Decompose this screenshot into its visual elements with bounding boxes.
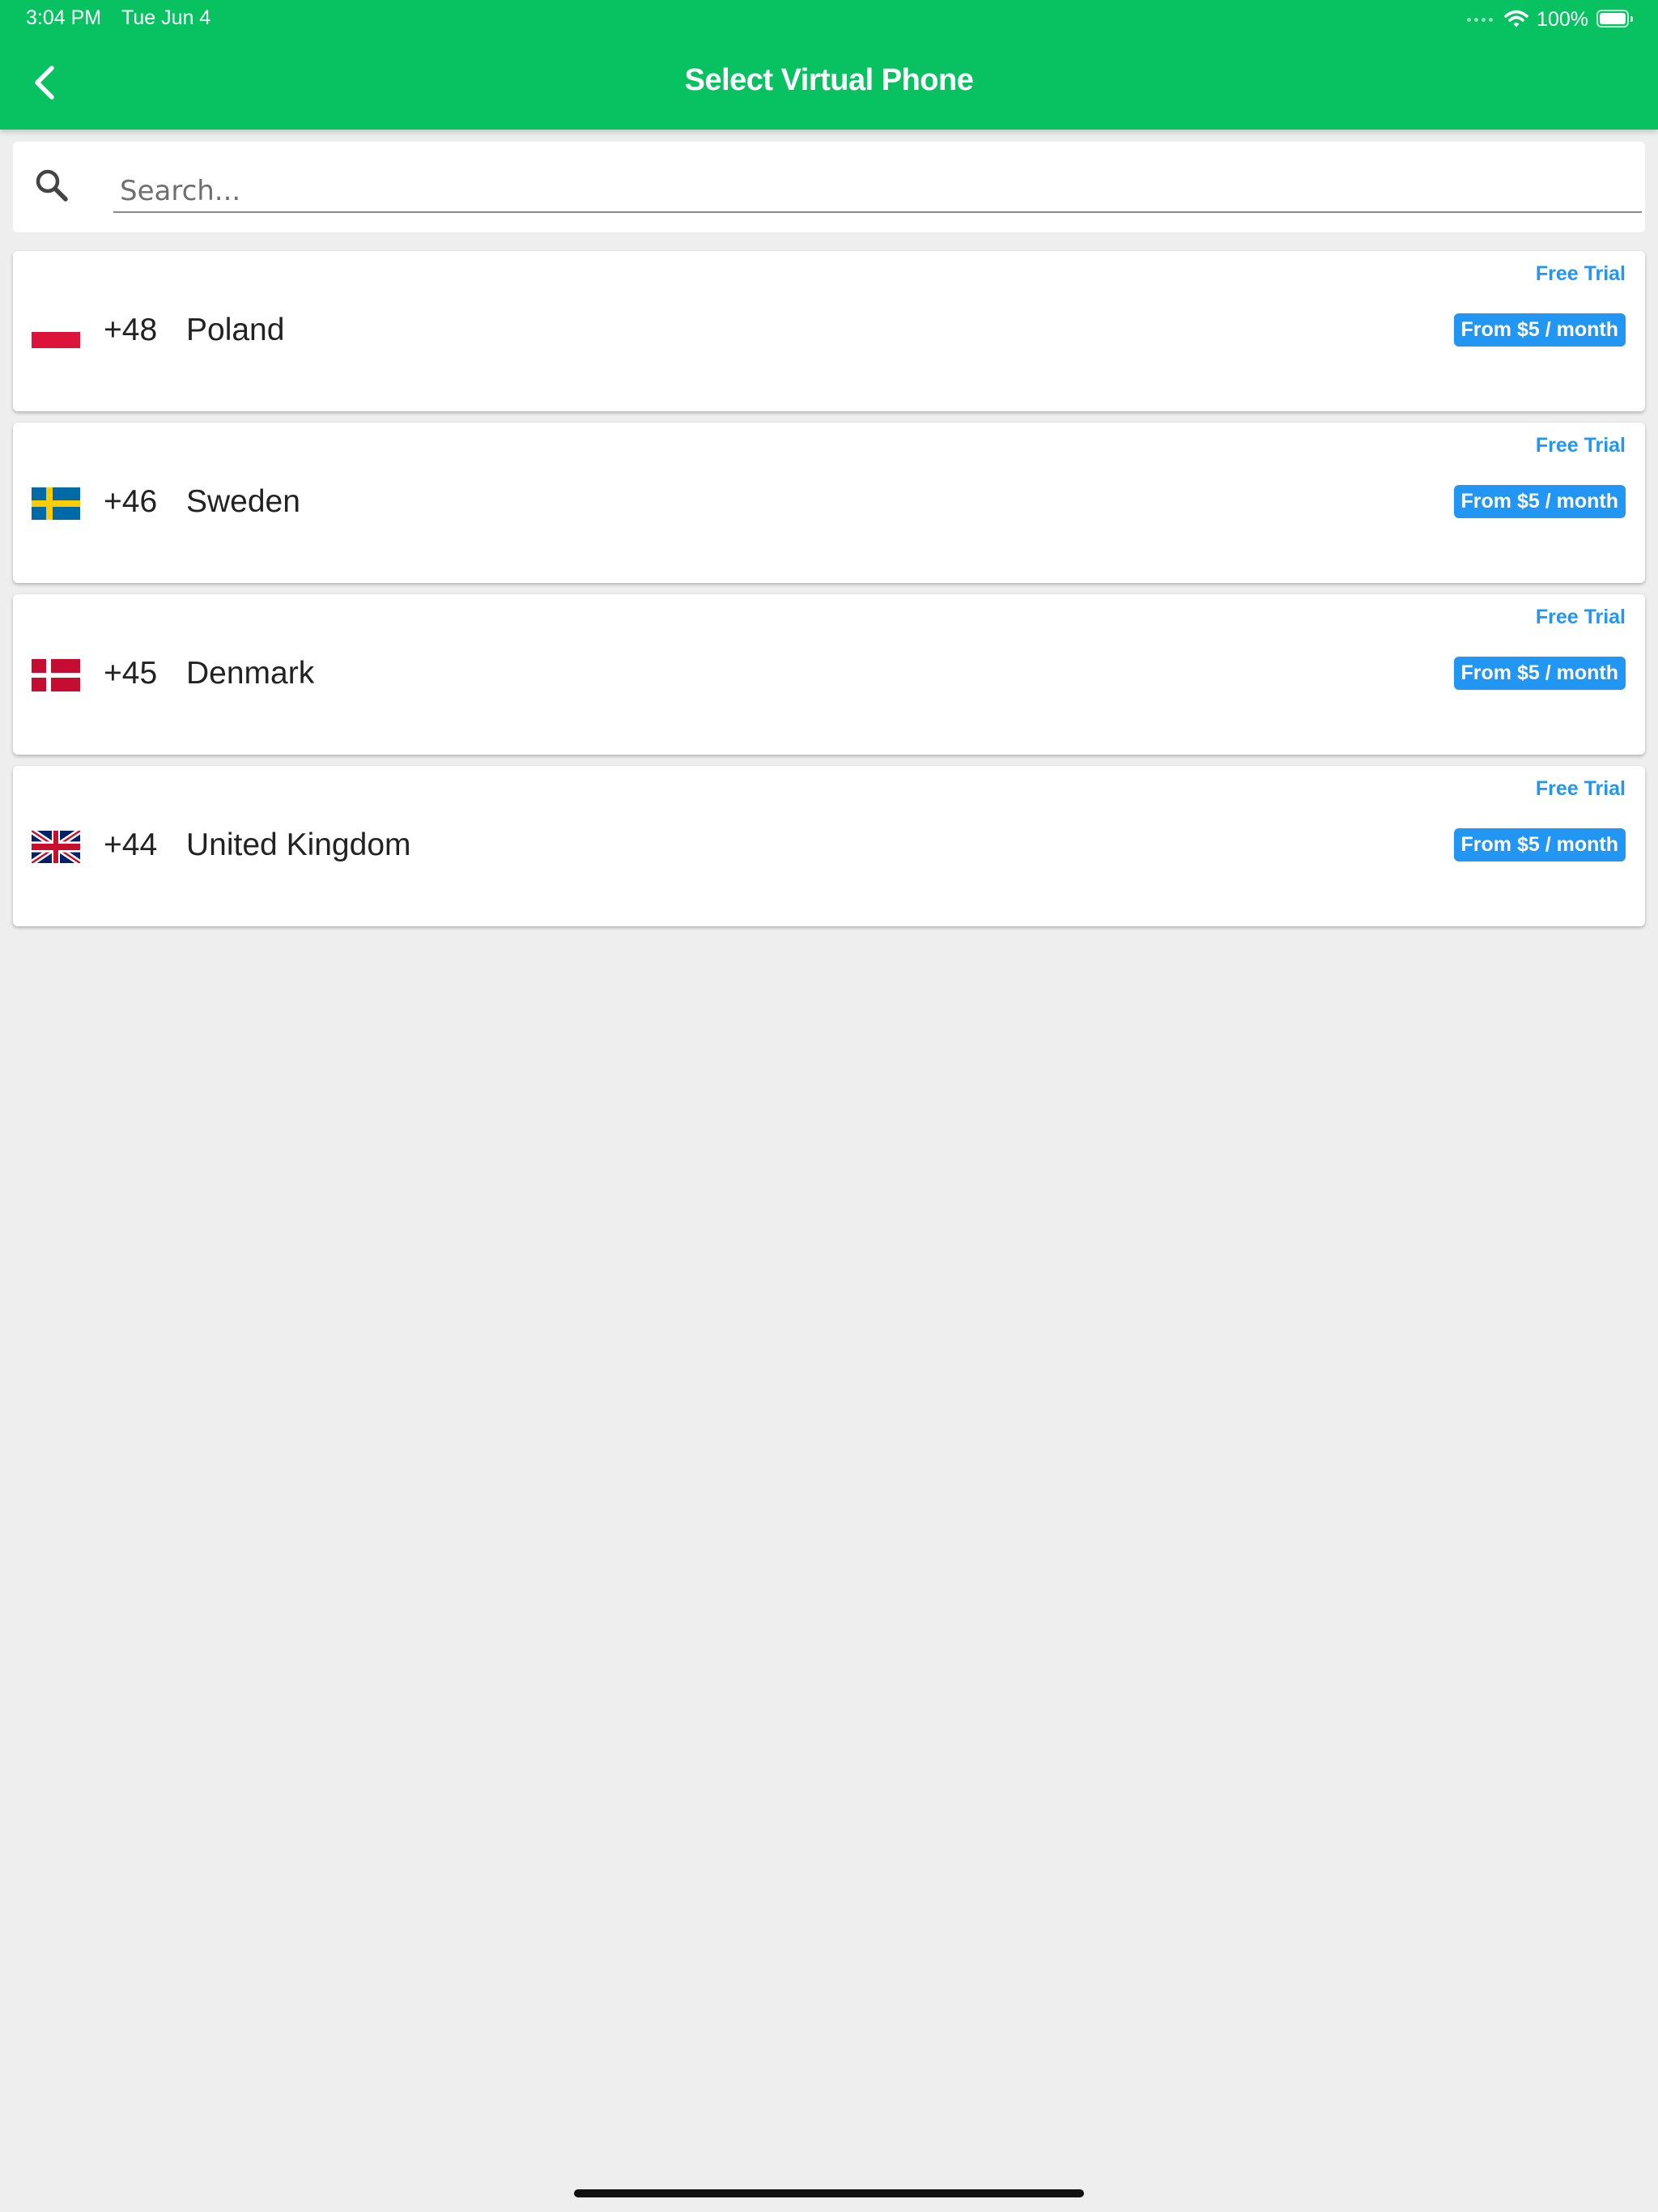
country-name: United Kingdom <box>186 827 411 862</box>
country-row-united-kingdom[interactable]: +44 United Kingdom Free Trial From $5 / … <box>13 766 1645 926</box>
price-badge: From $5 / month <box>1453 828 1626 861</box>
country-row-denmark[interactable]: +45 Denmark Free Trial From $5 / month <box>13 594 1645 755</box>
poland-flag-icon <box>32 316 80 348</box>
free-trial-label: Free Trial <box>1535 777 1626 800</box>
uk-flag-icon <box>32 831 80 863</box>
country-name: Poland <box>186 313 285 347</box>
free-trial-label: Free Trial <box>1535 262 1626 285</box>
page-title: Select Virtual Phone <box>684 63 974 97</box>
sweden-flag-icon <box>32 487 80 520</box>
status-indicators: 100% <box>1467 6 1634 32</box>
price-badge: From $5 / month <box>1453 657 1626 690</box>
dial-code: +45 <box>104 656 158 691</box>
country-name: Sweden <box>186 484 300 519</box>
country-row-poland[interactable]: +48 Poland Free Trial From $5 / month <box>13 251 1645 411</box>
search-bar <box>13 142 1645 232</box>
dial-code: +46 <box>104 484 158 519</box>
free-trial-label: Free Trial <box>1535 434 1626 457</box>
wifi-icon <box>1504 10 1528 28</box>
battery-icon <box>1596 10 1634 29</box>
battery-percentage: 100% <box>1537 7 1588 31</box>
price-badge: From $5 / month <box>1453 485 1626 518</box>
dial-code: +44 <box>104 827 158 862</box>
country-row-sweden[interactable]: +46 Sweden Free Trial From $5 / month <box>13 423 1645 583</box>
app-bar: 3:04 PM Tue Jun 4 100% Select Virtual Ph… <box>0 0 1658 130</box>
country-list: +48 Poland Free Trial From $5 / month +4… <box>13 251 1645 938</box>
status-time: 3:04 PM <box>26 6 102 29</box>
home-indicator[interactable] <box>574 2189 1084 2197</box>
search-input[interactable] <box>113 171 1642 213</box>
search-icon <box>36 169 68 202</box>
price-badge: From $5 / month <box>1453 313 1626 347</box>
free-trial-label: Free Trial <box>1535 606 1626 628</box>
cellular-signal-icon <box>1467 17 1494 22</box>
status-date: Tue Jun 4 <box>121 6 211 29</box>
denmark-flag-icon <box>32 659 80 691</box>
country-name: Denmark <box>186 656 315 691</box>
dial-code: +48 <box>104 313 158 347</box>
